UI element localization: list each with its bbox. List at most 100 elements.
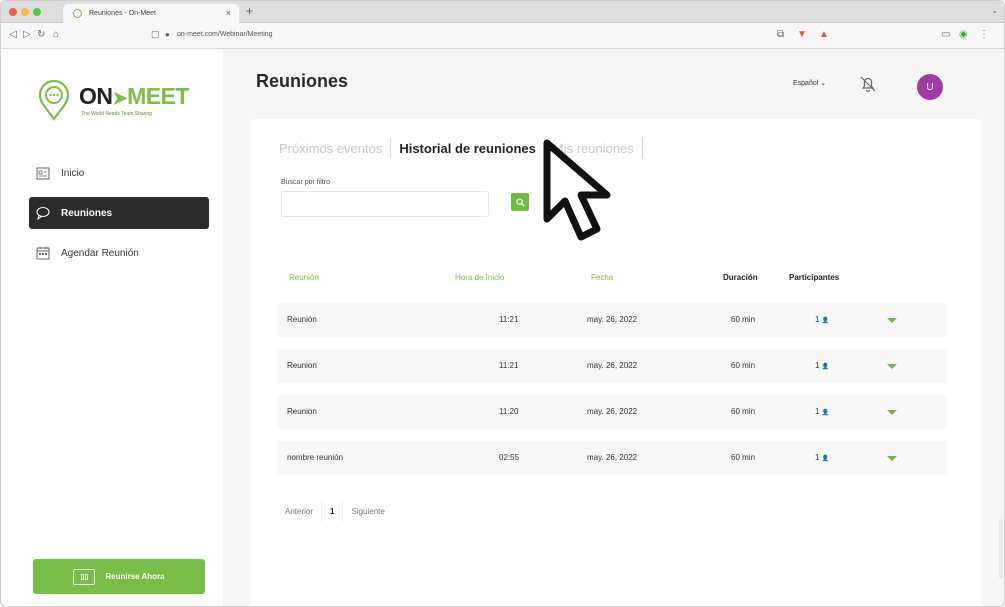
meeting-room-icon: ▯▯ [73, 568, 96, 585]
cell-participants: 1 👤 [815, 407, 830, 416]
notifications-muted-icon[interactable] [858, 74, 878, 94]
pagination-page-1[interactable]: 1 [322, 500, 344, 522]
close-window-button[interactable] [9, 8, 17, 16]
logo-on-text: ON [79, 83, 113, 109]
tab-divider [641, 138, 643, 158]
brave-shield-icon[interactable]: ▼ [797, 29, 807, 40]
cell-time: 11:21 [499, 315, 519, 324]
column-header-participantes: Participantes [789, 273, 840, 282]
sidebar-item-agendar-reunion[interactable]: Agendar Reunión [29, 237, 209, 269]
tab-historial-de-reuniones[interactable]: Historial de reuniones [391, 141, 544, 156]
address-bar[interactable]: on-meet.com/Webinar/Meeting [177, 31, 273, 38]
maximize-window-button[interactable] [33, 8, 41, 16]
cell-name: Reunion [287, 361, 317, 370]
column-header-hora-inicio: Hora de Inicio [455, 273, 505, 282]
expand-row-icon[interactable] [887, 318, 897, 323]
browser-tabbar: Reuniones - On-Meet × + ⌄ [1, 1, 1004, 23]
pagination-prev-button[interactable]: Anterior [277, 500, 323, 522]
avatar-initial: U [926, 81, 934, 93]
browser-tab-title: Reuniones - On-Meet [89, 10, 156, 17]
meet-now-label: Reunirse Ahora [105, 572, 165, 581]
close-tab-icon[interactable]: × [226, 8, 231, 18]
column-header-reunion: Reunión [289, 273, 319, 282]
reload-icon[interactable]: ↻ [37, 29, 45, 40]
column-header-duracion: Duración [723, 273, 758, 282]
meet-now-button[interactable]: ▯▯ Reunirse Ahora [33, 559, 205, 594]
search-icon [515, 197, 525, 207]
scrollbar[interactable] [999, 519, 1003, 579]
browser-tab[interactable]: Reuniones - On-Meet × [63, 4, 239, 23]
cell-duration: 60 min [731, 315, 756, 324]
location-pin-icon [38, 79, 70, 121]
sidebar-toggle-icon[interactable]: ▭ [941, 29, 950, 40]
expand-row-icon[interactable] [887, 456, 897, 461]
lock-icon: ● [165, 30, 170, 39]
mouse-pointer-icon [543, 139, 611, 241]
sidebar-item-label: Inicio [61, 167, 85, 179]
cell-date: may. 26, 2022 [587, 315, 638, 324]
cell-participants: 1 👤 [815, 361, 830, 370]
sidebar-item-label: Reuniones [61, 207, 113, 219]
cell-duration: 60 min [731, 407, 756, 416]
new-tab-icon[interactable]: + [246, 4, 253, 18]
language-label: Español [793, 80, 819, 87]
minimize-window-button[interactable] [21, 8, 29, 16]
home-browser-icon[interactable]: ⌂ [53, 29, 59, 40]
chevron-down-icon: ⌄ [820, 80, 827, 87]
cell-name: Reunion [287, 407, 317, 416]
cell-name: Reunión [287, 315, 317, 324]
tab-menu-icon[interactable]: ⌄ [991, 6, 998, 15]
back-icon[interactable]: ◁ [9, 29, 17, 40]
cell-duration: 60 min [731, 361, 756, 370]
sidebar-item-reuniones[interactable]: Reuniones [29, 197, 209, 229]
cell-date: may. 26, 2022 [587, 361, 638, 370]
person-icon: 👤 [821, 364, 830, 370]
forward-icon[interactable]: ▷ [23, 29, 31, 40]
browser-window: Reuniones - On-Meet × + ⌄ ◁ ▷ ↻ ⌂ ▢ ● on… [0, 0, 1005, 607]
sidebar-item-inicio[interactable]: Inicio [29, 157, 209, 189]
column-header-fecha: Fecha [591, 273, 614, 282]
table-row[interactable]: Reunion 11:21 may. 26, 2022 60 min 1 👤 [277, 349, 947, 383]
extension-icon[interactable]: ◉ [959, 29, 968, 40]
filter-label: Buscar por filtro [281, 179, 331, 186]
bookmark-icon[interactable]: ▢ [151, 29, 160, 40]
calendar-icon [35, 245, 51, 261]
table-row[interactable]: Reunion 11:20 may. 26, 2022 60 min 1 👤 [277, 395, 947, 429]
table-row[interactable]: Reunión 11:21 may. 26, 2022 60 min 1 👤 [277, 303, 947, 337]
avatar[interactable]: U [917, 74, 943, 100]
table-row[interactable]: nombre reunión 02:55 may. 26, 2022 60 mi… [277, 441, 947, 475]
sidebar: ON➤MEET The World Needs Team Sharing Ini… [1, 49, 223, 606]
cell-date: may. 26, 2022 [587, 407, 638, 416]
filter-search-button[interactable] [511, 193, 529, 211]
logo-meet-text: MEET [127, 83, 189, 109]
home-icon [35, 165, 51, 181]
tab-proximos-eventos[interactable]: Próximos eventos [271, 141, 390, 156]
logo-slogan: The World Needs Team Sharing [81, 111, 152, 117]
cell-participants: 1 👤 [815, 315, 830, 324]
page-title: Reuniones [256, 71, 349, 91]
filter-input[interactable] [281, 191, 489, 217]
language-selector[interactable]: Español ⌄ [793, 79, 826, 87]
pagination: Anterior 1 Siguiente [277, 498, 393, 524]
sidebar-item-label: Agendar Reunión [61, 247, 139, 259]
logo-arrow-icon: ➤ [112, 88, 128, 108]
cell-participants: 1 👤 [815, 453, 830, 462]
cell-duration: 60 min [731, 453, 756, 462]
expand-row-icon[interactable] [887, 410, 897, 415]
rewards-icon[interactable]: ▲ [819, 29, 829, 40]
browser-toolbar: ◁ ▷ ↻ ⌂ ▢ ● on-meet.com/Webinar/Meeting … [1, 23, 1004, 49]
cell-time: 02:55 [499, 453, 520, 462]
chat-icon [35, 205, 51, 221]
favicon-icon [73, 9, 82, 18]
person-icon: 👤 [821, 410, 830, 416]
pagination-next-button[interactable]: Siguiente [343, 501, 392, 522]
cell-name: nombre reunión [287, 453, 344, 462]
person-icon: 👤 [821, 318, 830, 324]
expand-row-icon[interactable] [887, 364, 897, 369]
main-content: Reuniones Español ⌄ U Próximos eventos H… [223, 49, 1004, 606]
cell-time: 11:20 [499, 407, 519, 416]
person-icon: 👤 [821, 456, 830, 462]
share-icon[interactable]: ⧉ [777, 29, 784, 40]
menu-icon[interactable]: ⋮ [979, 29, 989, 40]
cell-date: may. 26, 2022 [587, 453, 638, 462]
